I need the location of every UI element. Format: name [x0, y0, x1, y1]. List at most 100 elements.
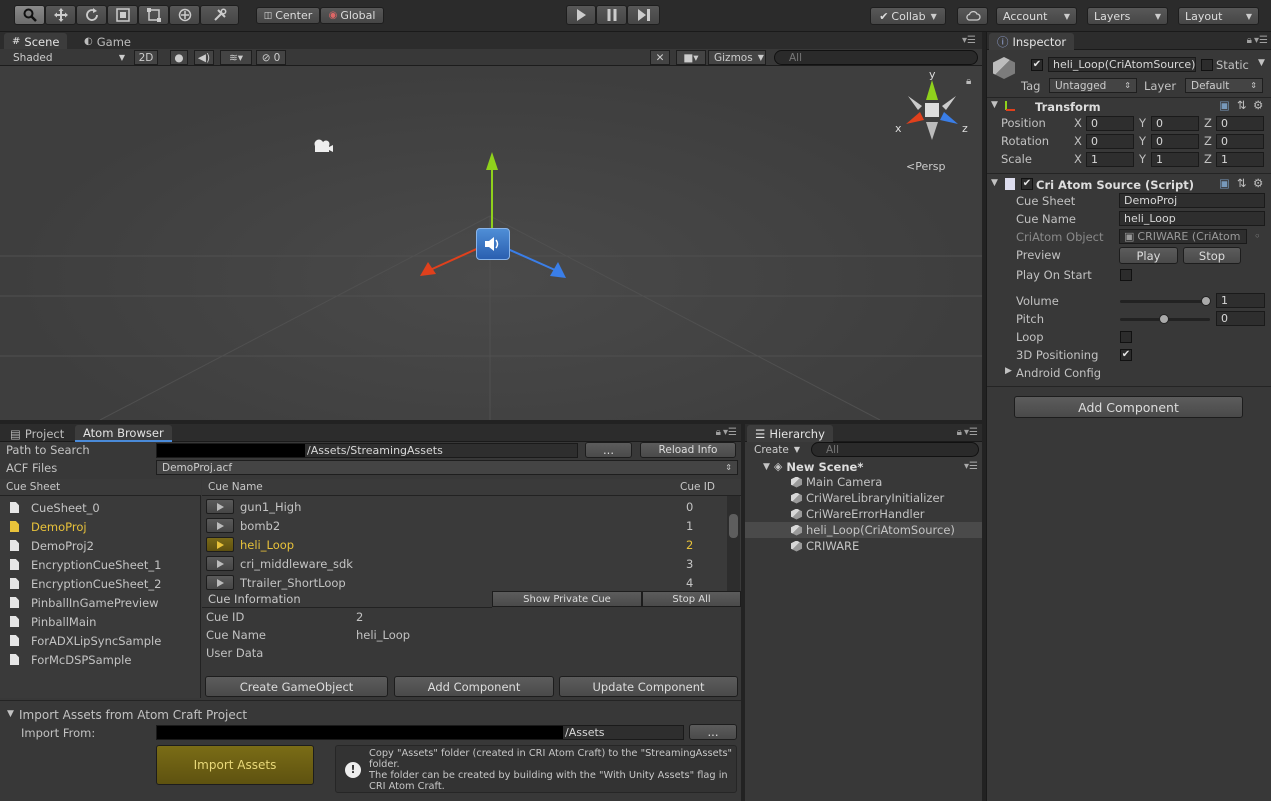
cue-sheet-item[interactable]: ForMcDSPSample	[10, 650, 200, 669]
hierarchy-item[interactable]: Main Camera	[745, 474, 982, 490]
rotation-z-field[interactable]: 0	[1216, 134, 1264, 149]
add-component-button[interactable]: Add Component	[1014, 396, 1243, 418]
scale-z-field[interactable]: 1	[1216, 152, 1264, 167]
rotation-y-field[interactable]: 0	[1151, 134, 1199, 149]
settings-gear-icon[interactable]: ⚙	[1253, 176, 1263, 190]
cue-list-scrollbar[interactable]	[727, 496, 740, 591]
foldout-arrow-icon[interactable]: ▼	[991, 100, 998, 110]
move-gizmo[interactable]	[410, 150, 580, 280]
chevron-down-icon[interactable]: ▼	[1258, 58, 1265, 68]
tab-game[interactable]: ◐ Game	[76, 33, 139, 50]
pitch-slider-knob[interactable]	[1159, 314, 1169, 324]
cue-sheet-item[interactable]: DemoProj2	[10, 536, 200, 555]
hierarchy-item[interactable]: CRIWARE	[745, 538, 982, 554]
effects-dropdown[interactable]: ≋▾	[220, 50, 252, 65]
update-component-button[interactable]: Update Component	[559, 676, 738, 697]
scale-tool-button[interactable]	[107, 5, 138, 25]
panel-menu-icon[interactable]: ▾☰	[723, 427, 737, 438]
hierarchy-item[interactable]: heli_Loop(CriAtomSource)	[745, 522, 982, 538]
scale-x-field[interactable]: 1	[1086, 152, 1134, 167]
atom-add-component-button[interactable]: Add Component	[394, 676, 554, 697]
hierarchy-item[interactable]: CriWareLibraryInitializer	[745, 490, 982, 506]
reload-info-button[interactable]: Reload Info	[640, 442, 736, 458]
play-on-start-checkbox[interactable]	[1120, 269, 1132, 281]
browse-path-button[interactable]: ...	[585, 442, 632, 458]
tab-inspector[interactable]: ⓘ Inspector	[989, 33, 1075, 50]
move-tool-button[interactable]	[45, 5, 76, 25]
hierarchy-create-dropdown[interactable]: Create ▼	[749, 442, 803, 457]
import-assets-button[interactable]: Import Assets	[156, 745, 314, 785]
panel-menu-icon[interactable]: ▾☰	[1254, 35, 1268, 46]
tab-scene[interactable]: # Scene	[4, 33, 68, 50]
cue-sheet-item[interactable]: CueSheet_0	[10, 498, 200, 517]
shading-dropdown[interactable]: Shaded ▼	[8, 50, 130, 65]
volume-field[interactable]: 1	[1216, 293, 1265, 308]
foldout-arrow-icon[interactable]: ▼	[991, 178, 998, 188]
layers-dropdown[interactable]: Layers ▼	[1087, 7, 1168, 25]
gameobject-active-checkbox[interactable]: ✔	[1031, 59, 1043, 71]
static-checkbox[interactable]	[1201, 59, 1213, 71]
layer-dropdown[interactable]: Default ⇕	[1185, 78, 1263, 93]
import-path-input[interactable]: /Assets	[156, 725, 684, 740]
component-enabled-checkbox[interactable]: ✔	[1021, 178, 1033, 190]
lock-icon[interactable]: 🔒︎	[957, 427, 962, 438]
rotation-x-field[interactable]: 0	[1086, 134, 1134, 149]
cue-play-button[interactable]	[206, 537, 234, 552]
preset-icon[interactable]: ⇅	[1237, 176, 1247, 190]
hidden-objects-toggle[interactable]: ⊘ 0	[256, 50, 286, 65]
tools-toggle[interactable]: ✕	[650, 50, 670, 65]
cue-row[interactable]: gun1_High 0	[206, 497, 724, 516]
pause-button[interactable]	[596, 5, 627, 25]
panel-menu-icon[interactable]: ▾☰	[962, 35, 976, 46]
position-z-field[interactable]: 0	[1216, 116, 1264, 131]
pitch-field[interactable]: 0	[1216, 311, 1265, 326]
scene-viewport[interactable]: y x z 🔒︎ <Persp	[0, 66, 982, 420]
tab-atom-browser[interactable]: Atom Browser	[75, 425, 172, 442]
rect-tool-button[interactable]	[138, 5, 169, 25]
positioning-checkbox[interactable]: ✔	[1120, 349, 1132, 361]
transform-tool-button[interactable]	[169, 5, 200, 25]
scene-camera-icon[interactable]	[312, 138, 334, 154]
panel-menu-icon[interactable]: ▾☰	[964, 427, 978, 438]
cue-sheet-item[interactable]: EncryptionCueSheet_2	[10, 574, 200, 593]
help-icon[interactable]: ▣	[1219, 98, 1230, 112]
lock-icon[interactable]: 🔒︎	[1247, 35, 1252, 46]
lock-icon[interactable]: 🔒︎	[966, 76, 971, 87]
collab-dropdown[interactable]: ✔ Collab ▼	[870, 7, 946, 25]
loop-checkbox[interactable]	[1120, 331, 1132, 343]
foldout-arrow-icon[interactable]: ▼	[763, 462, 770, 472]
account-dropdown[interactable]: Account ▼	[996, 7, 1077, 25]
orientation-gizmo[interactable]: y x z	[892, 70, 972, 150]
pivot-center-button[interactable]: ◫ Center	[256, 7, 320, 24]
cue-sheet-item[interactable]: ForADXLipSyncSample	[10, 631, 200, 650]
layout-dropdown[interactable]: Layout ▼	[1178, 7, 1259, 25]
gameobject-name-field[interactable]: heli_Loop(CriAtomSource)	[1048, 57, 1196, 72]
cue-sheet-item[interactable]: DemoProj	[10, 517, 200, 536]
hierarchy-item[interactable]: CriWareErrorHandler	[745, 506, 982, 522]
cue-play-button[interactable]	[206, 518, 234, 533]
tab-project[interactable]: ▤ Project	[2, 425, 72, 442]
cue-sheet-item[interactable]: PinballMain	[10, 612, 200, 631]
cloud-button[interactable]	[957, 7, 988, 25]
android-config-foldout[interactable]: Android Config	[1016, 366, 1101, 380]
step-button[interactable]	[627, 5, 660, 25]
hierarchy-search-input[interactable]: All	[811, 442, 979, 457]
rotate-tool-button[interactable]	[76, 5, 107, 25]
foldout-arrow-icon[interactable]: ▶	[1005, 366, 1012, 376]
cue-row[interactable]: heli_Loop 2	[206, 535, 724, 554]
space-global-button[interactable]: ◉ Global	[320, 7, 384, 24]
settings-gear-icon[interactable]: ⚙	[1253, 98, 1263, 112]
cue-play-button[interactable]	[206, 556, 234, 571]
foldout-arrow-icon[interactable]: ▼	[7, 709, 14, 719]
lock-icon[interactable]: 🔒︎	[716, 427, 721, 438]
cue-sheet-item[interactable]: EncryptionCueSheet_1	[10, 555, 200, 574]
cue-sheet-item[interactable]: PinballInGamePreview	[10, 593, 200, 612]
hand-tool-button[interactable]	[14, 5, 45, 25]
stop-all-button[interactable]: Stop All	[642, 591, 741, 607]
cue-row[interactable]: cri_middleware_sdk 3	[206, 554, 724, 573]
object-picker-icon[interactable]: ◦	[1254, 229, 1261, 243]
show-private-cue-button[interactable]: Show Private Cue	[492, 591, 642, 607]
cue-play-button[interactable]	[206, 499, 234, 514]
custom-tool-button[interactable]	[200, 5, 239, 25]
lighting-toggle[interactable]: ●	[170, 50, 188, 65]
